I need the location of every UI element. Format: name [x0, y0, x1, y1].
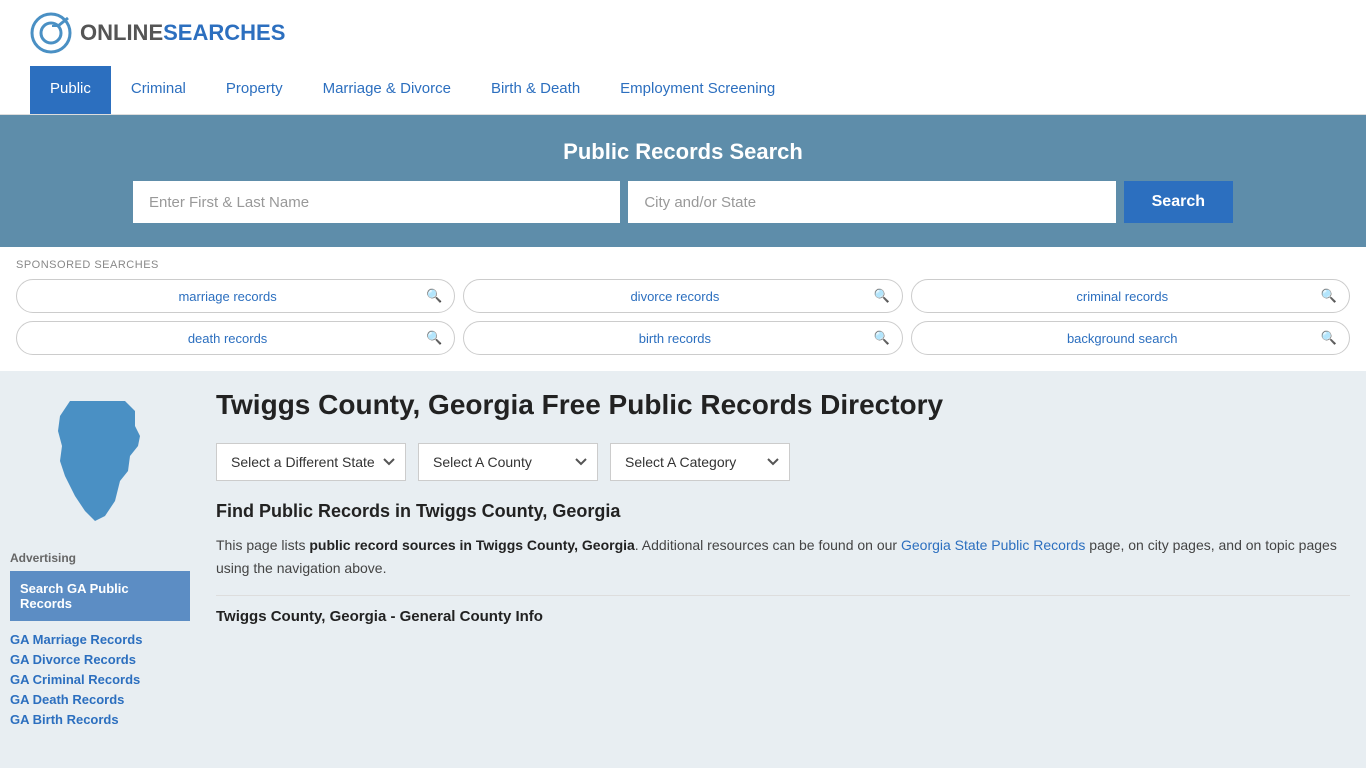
page-title: Twiggs County, Georgia Free Public Recor…: [216, 387, 1350, 423]
sponsored-pill-marriage[interactable]: marriage records 🔍: [16, 279, 455, 313]
page-body: Advertising Search GA Public Records GA …: [0, 371, 1366, 751]
search-icon-criminal: 🔍: [1321, 288, 1337, 304]
category-dropdown[interactable]: Select A Category: [610, 443, 790, 481]
nav-criminal[interactable]: Criminal: [111, 66, 206, 114]
description: This page lists public record sources in…: [216, 534, 1350, 579]
site-header: ONLINESEARCHES: [0, 0, 1366, 66]
sidebar-link-death[interactable]: GA Death Records: [10, 692, 124, 707]
search-button[interactable]: Search: [1124, 181, 1233, 223]
sidebar-link-marriage[interactable]: GA Marriage Records: [10, 632, 142, 647]
list-item: GA Death Records: [10, 691, 190, 707]
desc-link[interactable]: Georgia State Public Records: [901, 537, 1085, 553]
sponsored-pill-criminal[interactable]: criminal records 🔍: [911, 279, 1350, 313]
directory-section: Twiggs County, Georgia Free Public Recor…: [200, 371, 1366, 751]
desc-part2: . Additional resources can be found on o…: [635, 537, 901, 553]
search-icon-background: 🔍: [1321, 330, 1337, 346]
logo-icon: [30, 12, 72, 54]
location-input[interactable]: [628, 181, 1115, 223]
sponsored-link-death[interactable]: death records: [29, 331, 426, 346]
nav-property[interactable]: Property: [206, 66, 303, 114]
sponsored-link-background[interactable]: background search: [924, 331, 1321, 346]
sponsored-section: SPONSORED SEARCHES marriage records 🔍 di…: [0, 247, 1366, 371]
list-item: GA Marriage Records: [10, 631, 190, 647]
logo-text: ONLINESEARCHES: [80, 20, 285, 46]
county-dropdown[interactable]: Select A County: [418, 443, 598, 481]
search-icon-death: 🔍: [426, 330, 442, 346]
search-form: Search: [133, 181, 1233, 223]
sidebar-link-divorce[interactable]: GA Divorce Records: [10, 652, 136, 667]
logo[interactable]: ONLINESEARCHES: [30, 12, 285, 54]
main-nav: Public Criminal Property Marriage & Divo…: [0, 66, 1366, 115]
list-item: GA Criminal Records: [10, 671, 190, 687]
sidebar-ad-box[interactable]: Search GA Public Records: [10, 571, 190, 621]
search-icon-divorce: 🔍: [873, 288, 889, 304]
sidebar-link-criminal[interactable]: GA Criminal Records: [10, 672, 140, 687]
sponsored-link-criminal[interactable]: criminal records: [924, 289, 1321, 304]
sponsored-link-marriage[interactable]: marriage records: [29, 289, 426, 304]
sponsored-grid: marriage records 🔍 divorce records 🔍 cri…: [16, 279, 1350, 355]
desc-part1: This page lists: [216, 537, 309, 553]
sidebar: Advertising Search GA Public Records GA …: [0, 371, 200, 751]
sidebar-ad-label: Advertising: [10, 551, 190, 565]
list-item: GA Birth Records: [10, 711, 190, 727]
name-input[interactable]: [133, 181, 620, 223]
sidebar-links: GA Marriage Records GA Divorce Records G…: [10, 631, 190, 727]
nav-marriage-divorce[interactable]: Marriage & Divorce: [303, 66, 471, 114]
state-dropdown[interactable]: Select a Different State: [216, 443, 406, 481]
nav-birth-death[interactable]: Birth & Death: [471, 66, 600, 114]
sponsored-link-birth[interactable]: birth records: [476, 331, 873, 346]
sponsored-pill-death[interactable]: death records 🔍: [16, 321, 455, 355]
search-icon-birth: 🔍: [873, 330, 889, 346]
sponsored-pill-background[interactable]: background search 🔍: [911, 321, 1350, 355]
section-subtitle: Twiggs County, Georgia - General County …: [216, 595, 1350, 625]
search-banner: Public Records Search Search SPONSORED S…: [0, 115, 1366, 371]
list-item: GA Divorce Records: [10, 651, 190, 667]
desc-bold1: public record sources in Twiggs County, …: [309, 537, 634, 553]
search-banner-title: Public Records Search: [30, 139, 1336, 165]
find-records-title: Find Public Records in Twiggs County, Ge…: [216, 501, 1350, 522]
sponsored-label: SPONSORED SEARCHES: [16, 259, 1350, 271]
georgia-state-map: [40, 391, 160, 531]
nav-public[interactable]: Public: [30, 66, 111, 114]
sponsored-pill-divorce[interactable]: divorce records 🔍: [463, 279, 902, 313]
nav-employment[interactable]: Employment Screening: [600, 66, 795, 114]
sponsored-link-divorce[interactable]: divorce records: [476, 289, 873, 304]
sidebar-link-birth[interactable]: GA Birth Records: [10, 712, 119, 727]
sponsored-pill-birth[interactable]: birth records 🔍: [463, 321, 902, 355]
dropdowns-row: Select a Different State Select A County…: [216, 443, 1350, 481]
search-icon-marriage: 🔍: [426, 288, 442, 304]
